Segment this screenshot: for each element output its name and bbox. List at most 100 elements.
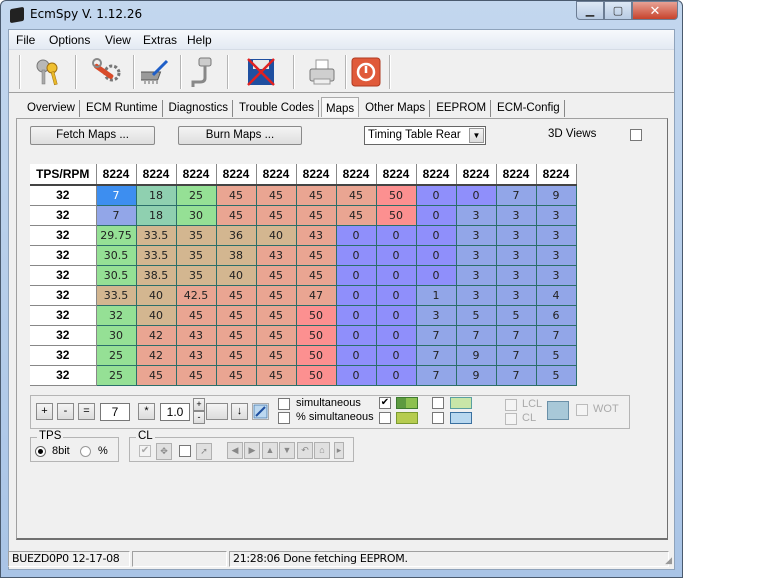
map-cell[interactable]: 50 [375, 184, 417, 206]
map-cell[interactable]: 45 [335, 204, 377, 226]
keys-button[interactable] [31, 55, 65, 89]
map-cell[interactable]: 25 [175, 184, 217, 206]
tab-trouble-codes[interactable]: Trouble Codes [235, 100, 319, 117]
map-cell[interactable]: 30 [95, 324, 137, 346]
map-cell[interactable]: 30 [175, 204, 217, 226]
nav-up-button[interactable]: ▲ [262, 442, 278, 459]
map-cell[interactable]: 7 [95, 184, 137, 206]
map-cell[interactable]: 45 [215, 204, 257, 226]
map-cell[interactable]: 9 [535, 184, 577, 206]
map-cell[interactable]: 7 [455, 324, 497, 346]
tab-ecm-config[interactable]: ECM-Config [493, 100, 565, 117]
nav-right-button[interactable]: ▶ [244, 442, 260, 459]
rpm-column-header[interactable]: 8224 [296, 164, 337, 186]
add-button[interactable]: + [36, 403, 53, 420]
burn-maps-button[interactable]: Burn Maps ... [178, 126, 302, 145]
map-cell[interactable]: 43 [175, 344, 217, 366]
print-button[interactable] [305, 55, 339, 89]
map-cell[interactable]: 3 [495, 264, 537, 286]
3d-views-checkbox[interactable] [630, 129, 642, 141]
graph-view-checkbox[interactable] [432, 412, 444, 424]
factor-step-up[interactable]: + [193, 398, 205, 411]
rpm-column-header[interactable]: 8224 [336, 164, 377, 186]
map-cell[interactable]: 45 [255, 204, 297, 226]
tps-row-header[interactable]: 32 [30, 225, 97, 246]
map-cell[interactable]: 7 [495, 364, 537, 386]
map-cell[interactable]: 0 [375, 244, 417, 266]
tab-overview[interactable]: Overview [23, 100, 80, 117]
undo-button[interactable]: ↶ [297, 442, 313, 459]
write-chip-button[interactable] [139, 55, 173, 89]
map-cell[interactable]: 35 [175, 224, 217, 246]
map-cell[interactable]: 45 [175, 364, 217, 386]
map-cell[interactable]: 30.5 [95, 244, 137, 266]
map-cell[interactable]: 45 [295, 264, 337, 286]
tab-diagnostics[interactable]: Diagnostics [165, 100, 233, 117]
nav-down-button[interactable]: ▼ [279, 442, 295, 459]
map-cell[interactable]: 0 [335, 364, 377, 386]
map-cell[interactable]: 45 [215, 344, 257, 366]
tps-row-header[interactable]: 32 [30, 205, 97, 226]
map-cell[interactable]: 0 [335, 344, 377, 366]
map-cell[interactable]: 0 [455, 184, 497, 206]
apply-down-button[interactable]: ↓ [231, 403, 248, 420]
map-cell[interactable]: 40 [215, 264, 257, 286]
map-cell[interactable]: 45 [255, 284, 297, 306]
tps-8bit-radio[interactable] [35, 446, 46, 457]
no-save-button[interactable] [244, 55, 278, 89]
map-cell[interactable]: 3 [535, 264, 577, 286]
map-cell[interactable]: 3 [455, 284, 497, 306]
map-cell[interactable]: 35 [175, 244, 217, 266]
map-cell[interactable]: 30.5 [95, 264, 137, 286]
map-cell[interactable]: 7 [415, 324, 457, 346]
map-cell[interactable]: 40 [255, 224, 297, 246]
map-cell[interactable]: 3 [455, 224, 497, 246]
pct-simultaneous-checkbox[interactable] [278, 412, 290, 424]
map-cell[interactable]: 43 [295, 224, 337, 246]
tab-other-maps[interactable]: Other Maps [361, 100, 431, 117]
map-cell[interactable]: 0 [415, 224, 457, 246]
map-cell[interactable]: 6 [535, 304, 577, 326]
map-cell[interactable]: 0 [375, 264, 417, 286]
rpm-column-header[interactable]: 8224 [456, 164, 497, 186]
map-cell[interactable]: 5 [495, 304, 537, 326]
map-cell[interactable]: 45 [295, 204, 337, 226]
map-cell[interactable]: 38.5 [135, 264, 177, 286]
map-cell[interactable]: 35 [175, 264, 217, 286]
map-cell[interactable]: 33.5 [135, 244, 177, 266]
map-cell[interactable]: 0 [335, 284, 377, 306]
lcl-checkbox[interactable] [505, 399, 517, 411]
nav-end-button[interactable]: ▸ [334, 442, 344, 459]
tps-row-header[interactable]: 32 [30, 185, 97, 206]
resize-grip-icon[interactable]: ◢ [665, 555, 672, 566]
map-cell[interactable]: 3 [535, 244, 577, 266]
map-cell[interactable]: 50 [295, 344, 337, 366]
blank-button[interactable] [206, 403, 228, 420]
map-cell[interactable]: 4 [535, 284, 577, 306]
rpm-column-header[interactable]: 8224 [216, 164, 257, 186]
rpm-column-header[interactable]: 8224 [376, 164, 417, 186]
tps-percent-radio[interactable] [80, 446, 91, 457]
map-cell[interactable]: 40 [135, 284, 177, 306]
menu-extras[interactable]: Extras [143, 33, 177, 47]
factor-input[interactable]: 1.0 [160, 403, 190, 421]
map-cell[interactable]: 38 [215, 244, 257, 266]
menu-file[interactable]: File [16, 33, 35, 47]
map-cell[interactable]: 7 [495, 344, 537, 366]
cl-checkbox[interactable] [505, 413, 517, 425]
fetch-maps-button[interactable]: Fetch Maps ... [30, 126, 155, 145]
rpm-column-header[interactable]: 8224 [136, 164, 177, 186]
map-cell[interactable]: 45 [215, 324, 257, 346]
tab-eeprom[interactable]: EEPROM [432, 100, 492, 117]
settings-button[interactable] [89, 55, 123, 89]
map-cell[interactable]: 7 [415, 344, 457, 366]
table-link-icon[interactable] [547, 401, 569, 420]
tps-row-header[interactable]: 32 [30, 345, 97, 366]
map-cell[interactable]: 45 [175, 304, 217, 326]
rpm-column-header[interactable]: 8224 [176, 164, 217, 186]
map-cell[interactable]: 0 [375, 304, 417, 326]
wot-checkbox[interactable] [576, 404, 588, 416]
map-cell[interactable]: 0 [335, 264, 377, 286]
tps-row-header[interactable]: 32 [30, 265, 97, 286]
subtract-button[interactable]: - [57, 403, 74, 420]
